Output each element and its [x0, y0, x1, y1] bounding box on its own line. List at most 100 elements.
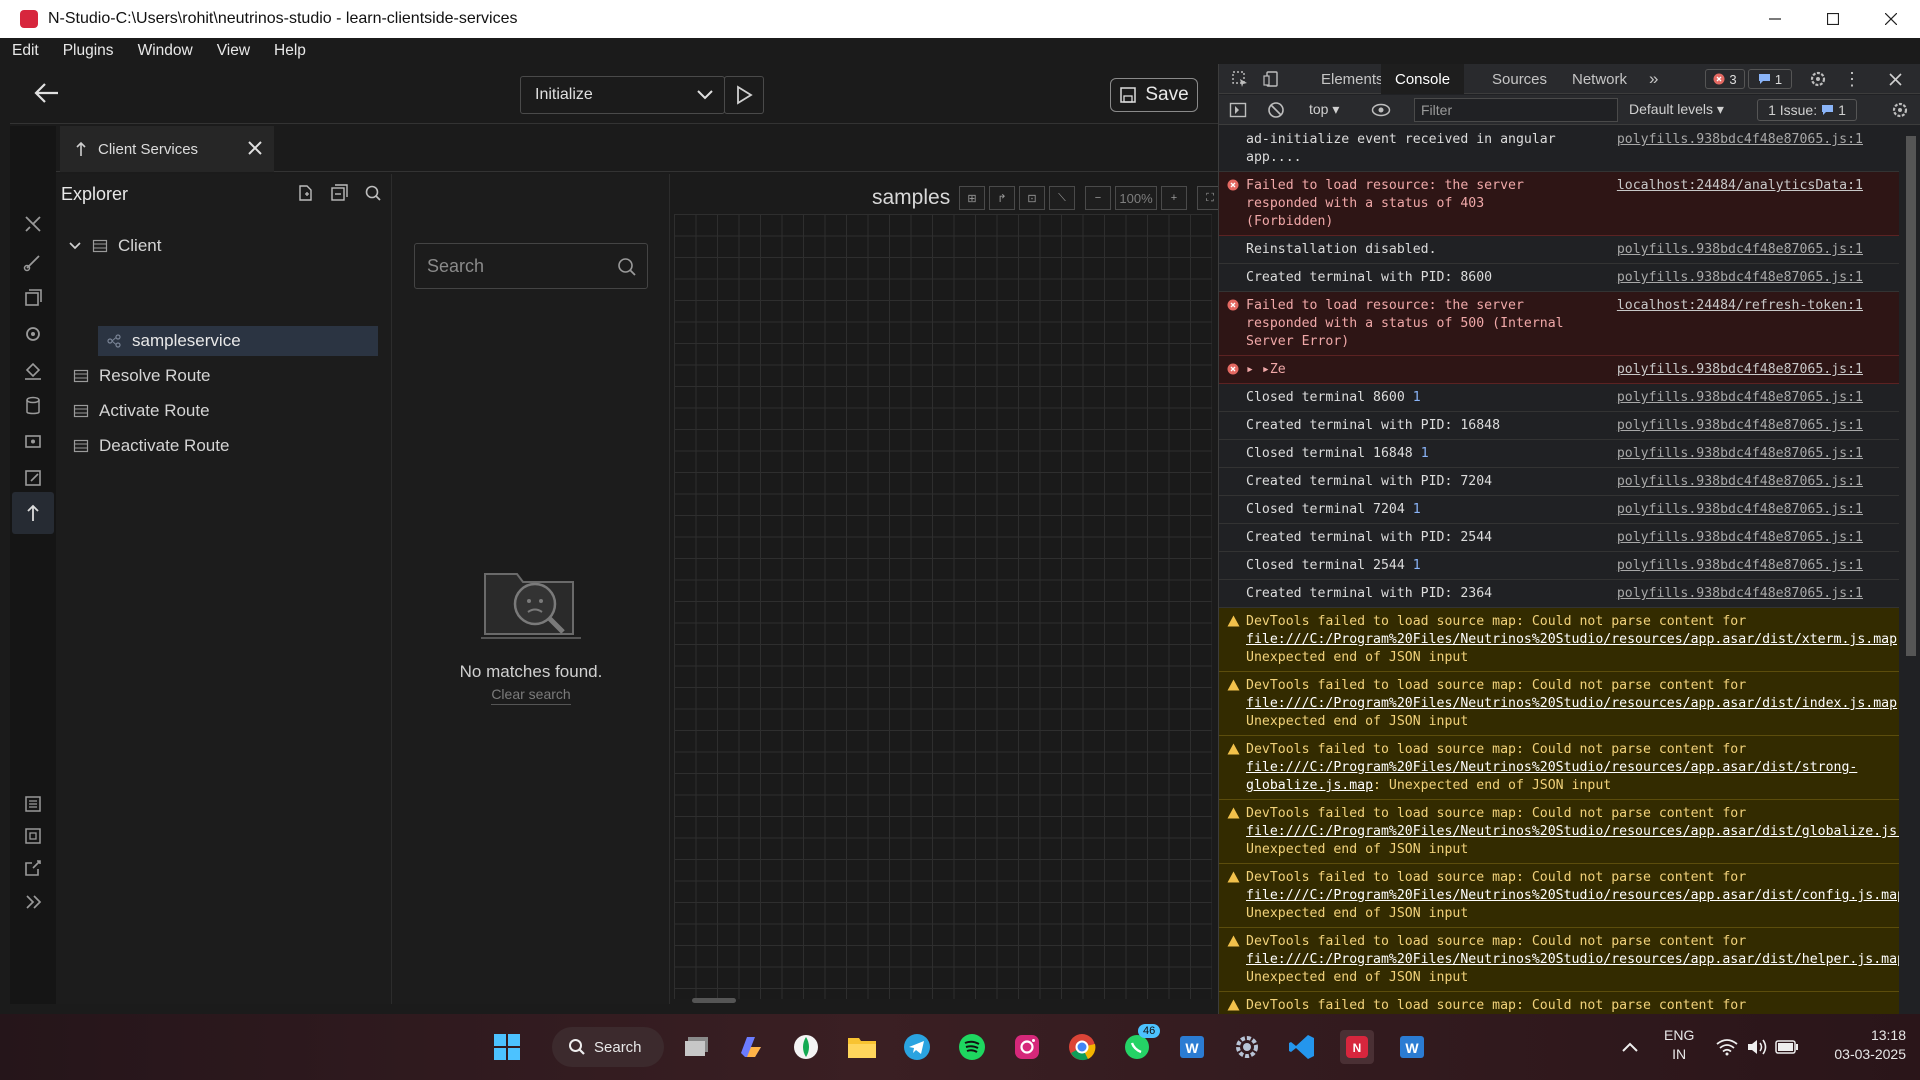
close-devtools-icon[interactable]	[1889, 64, 1902, 94]
console-log-info[interactable]: Reinstallation disabled. polyfills.938bdc…	[1219, 236, 1899, 264]
clear-console-icon[interactable]	[1267, 101, 1285, 119]
settings-gear-icon[interactable]	[1230, 1030, 1264, 1064]
console-log-info[interactable]: Created terminal with PID: 2364 polyfills…	[1219, 580, 1899, 608]
close-window-button[interactable]	[1862, 0, 1920, 38]
console-source-link[interactable]: polyfills.938bdc4f48e87065.js:1	[1617, 557, 1863, 575]
tree-item-resolve-route[interactable]: Resolve Route	[73, 361, 363, 391]
whatsapp-icon[interactable]: 46	[1120, 1024, 1161, 1064]
console-log-warn[interactable]: DevTools failed to load source map: Coul…	[1219, 672, 1899, 736]
console-log-warn[interactable]: DevTools failed to load source map: Coul…	[1219, 928, 1899, 992]
clear-search-link[interactable]: Clear search	[491, 686, 571, 705]
info-count-badge[interactable]: 1	[1748, 69, 1792, 89]
close-icon[interactable]	[246, 139, 264, 157]
issues-button[interactable]: 1 Issue: 1	[1757, 99, 1857, 121]
tab-client-services[interactable]: Client Services	[60, 126, 274, 172]
connector-icon[interactable]: ⟍	[1049, 186, 1075, 210]
zoom-in-button[interactable]: +	[1161, 186, 1187, 210]
tree-item-sampleservice[interactable]: sampleservice	[98, 326, 378, 356]
console-log-warn[interactable]: DevTools failed to load source map: Coul…	[1219, 800, 1899, 864]
console-log-info[interactable]: Closed terminal 7204 1 polyfills.938bdc4f…	[1219, 496, 1899, 524]
vscode-icon[interactable]	[1285, 1030, 1319, 1064]
more-options-icon[interactable]: ⋮	[1843, 64, 1861, 94]
external-link-icon[interactable]	[21, 856, 45, 880]
source-map-link[interactable]: file:///C:/Program%20Files/Neutrinos%20S…	[1246, 824, 1899, 839]
volume-icon[interactable]	[1740, 1030, 1774, 1064]
menu-window[interactable]: Window	[134, 42, 197, 60]
console-log-error[interactable]: ▸ ▸Ze polyfills.938bdc4f48e87065.js:1	[1219, 356, 1899, 384]
console-log-error[interactable]: Failed to load resource: the server resp…	[1219, 292, 1899, 356]
console-log-info[interactable]: Created terminal with PID: 7204 polyfills…	[1219, 468, 1899, 496]
console-source-link[interactable]: localhost:24484/refresh-token:1	[1617, 297, 1863, 315]
console-source-link[interactable]: polyfills.938bdc4f48e87065.js:1	[1617, 445, 1863, 463]
wifi-icon[interactable]	[1710, 1030, 1744, 1064]
source-map-link[interactable]: file:///C:/Program%20Files/Neutrinos%20S…	[1246, 888, 1899, 903]
paint-bucket-icon[interactable]	[21, 358, 45, 382]
tab-elements[interactable]: Elements	[1321, 64, 1384, 94]
language-indicator[interactable]: ENG IN	[1664, 1026, 1694, 1064]
search-input[interactable]	[427, 255, 607, 277]
instagram-icon[interactable]	[1010, 1030, 1044, 1064]
search-box[interactable]	[414, 243, 648, 289]
trigger-select[interactable]: Initialize	[520, 76, 725, 114]
telegram-icon[interactable]	[900, 1030, 934, 1064]
context-select[interactable]: top ▾	[1309, 101, 1339, 118]
chrome-icon[interactable]	[1065, 1030, 1099, 1064]
mongodb-compass-icon[interactable]	[789, 1030, 823, 1064]
console-source-link[interactable]: polyfills.938bdc4f48e87065.js:1	[1617, 131, 1863, 149]
more-tabs-icon[interactable]: »	[1649, 64, 1658, 94]
tab-network[interactable]: Network	[1572, 64, 1627, 94]
redo-icon[interactable]: ↱	[989, 186, 1015, 210]
copilot-icon[interactable]	[734, 1030, 768, 1064]
fit-view-icon[interactable]: ⊡	[1019, 186, 1045, 210]
battery-icon[interactable]	[1770, 1030, 1804, 1064]
console-log-info[interactable]: Closed terminal 8600 1 polyfills.938bdc4f…	[1219, 384, 1899, 412]
pages-icon[interactable]	[21, 286, 45, 310]
console-log-info[interactable]: Created terminal with PID: 16848 polyfill…	[1219, 412, 1899, 440]
new-file-icon[interactable]	[296, 184, 314, 202]
console-log-info[interactable]: ad-initialize event received in angular …	[1219, 126, 1899, 172]
collapse-all-icon[interactable]	[330, 184, 348, 202]
grid-icon[interactable]	[21, 824, 45, 848]
word-icon-2[interactable]: W	[1395, 1030, 1429, 1064]
device-toolbar-icon[interactable]	[1263, 64, 1281, 94]
layout-grid-icon[interactable]: ⊞	[959, 186, 985, 210]
expand-chevrons-icon[interactable]	[21, 890, 45, 914]
console-log-info[interactable]: Created terminal with PID: 2544 polyfills…	[1219, 524, 1899, 552]
console-source-link[interactable]: polyfills.938bdc4f48e87065.js:1	[1617, 269, 1863, 287]
console-scroll-thumb[interactable]	[1906, 136, 1916, 656]
console-source-link[interactable]: localhost:24484/analyticsData:1	[1617, 177, 1863, 195]
devtools-settings-gear-icon[interactable]	[1809, 64, 1827, 94]
n-studio-icon[interactable]: N	[1340, 1030, 1374, 1064]
flow-canvas-grid[interactable]	[674, 214, 1212, 999]
list-icon[interactable]	[21, 792, 45, 816]
sidebar-toggle-icon[interactable]	[1229, 101, 1247, 119]
source-map-link[interactable]: file:///C:/Program%20Files/Neutrinos%20S…	[1246, 952, 1899, 967]
log-levels-select[interactable]: Default levels ▾	[1629, 101, 1724, 118]
maximize-button[interactable]	[1804, 0, 1862, 38]
inspect-element-icon[interactable]	[1231, 64, 1249, 94]
spotify-icon[interactable]	[955, 1030, 989, 1064]
menu-view[interactable]: View	[213, 42, 254, 60]
file-explorer-icon[interactable]	[845, 1030, 879, 1064]
console-source-link[interactable]: polyfills.938bdc4f48e87065.js:1	[1617, 585, 1863, 603]
console-source-link[interactable]: polyfills.938bdc4f48e87065.js:1	[1617, 501, 1863, 519]
console-log-info[interactable]: Closed terminal 16848 1 polyfills.938bdc4…	[1219, 440, 1899, 468]
tab-console[interactable]: Console	[1381, 64, 1465, 94]
client-services-icon[interactable]	[12, 492, 54, 534]
run-button[interactable]	[724, 76, 764, 114]
tree-group-client[interactable]: Client	[68, 231, 368, 261]
tools-icon[interactable]	[21, 212, 45, 236]
tree-item-activate-route[interactable]: Activate Route	[73, 396, 363, 426]
menu-plugins[interactable]: Plugins	[59, 42, 118, 60]
live-expression-eye-icon[interactable]	[1371, 102, 1391, 118]
source-map-link[interactable]: file:///C:/Program%20Files/Neutrinos%20S…	[1246, 632, 1897, 647]
console-filter-input[interactable]	[1414, 98, 1618, 122]
word-icon[interactable]: W	[1175, 1030, 1209, 1064]
chevron-up-icon[interactable]	[1613, 1030, 1647, 1064]
console-log-warn[interactable]: DevTools failed to load source map: Coul…	[1219, 736, 1899, 800]
console-source-link[interactable]: polyfills.938bdc4f48e87065.js:1	[1617, 417, 1863, 435]
tree-item-deactivate-route[interactable]: Deactivate Route	[73, 431, 363, 461]
console-log-warn[interactable]: DevTools failed to load source map: Coul…	[1219, 992, 1899, 1014]
console-log-error[interactable]: Failed to load resource: the server resp…	[1219, 172, 1899, 236]
console-source-link[interactable]: polyfills.938bdc4f48e87065.js:1	[1617, 389, 1863, 407]
